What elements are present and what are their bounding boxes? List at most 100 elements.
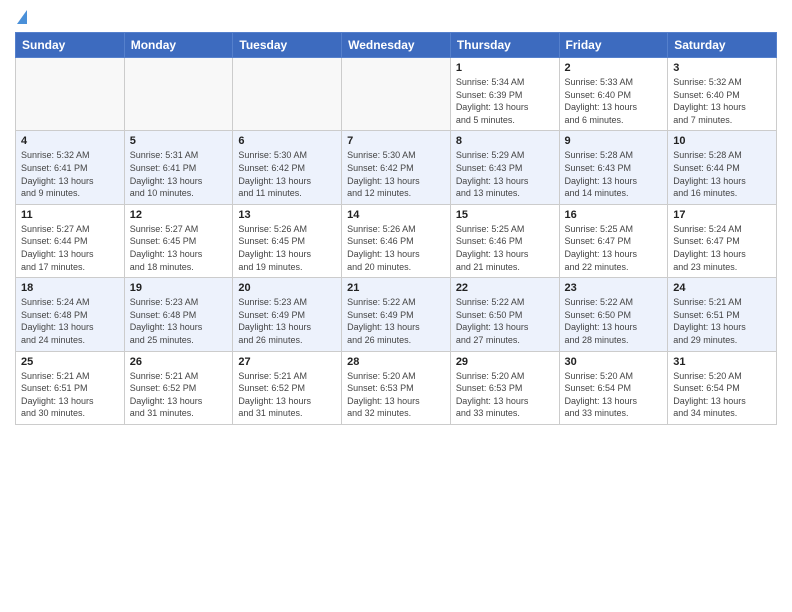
- calendar-cell: 22 Sunrise: 5:22 AM Sunset: 6:50 PM Dayli…: [450, 278, 559, 351]
- day-info: Sunrise: 5:22 AM Sunset: 6:49 PM Dayligh…: [347, 296, 445, 346]
- calendar-cell: 21 Sunrise: 5:22 AM Sunset: 6:49 PM Dayli…: [342, 278, 451, 351]
- day-info: Sunrise: 5:29 AM Sunset: 6:43 PM Dayligh…: [456, 149, 554, 199]
- calendar-cell: 4Sunrise: 5:32 AM Sunset: 6:41 PM Daylig…: [16, 131, 125, 204]
- calendar-cell: [16, 58, 125, 131]
- calendar-cell: 20 Sunrise: 5:23 AM Sunset: 6:49 PM Dayli…: [233, 278, 342, 351]
- calendar-cell: 29 Sunrise: 5:20 AM Sunset: 6:53 PM Dayli…: [450, 351, 559, 424]
- day-number: 10: [673, 135, 771, 147]
- day-number: 11: [21, 209, 119, 221]
- day-info: Sunrise: 5:21 AM Sunset: 6:52 PM Dayligh…: [238, 370, 336, 420]
- day-info: Sunrise: 5:33 AM Sunset: 6:40 PM Dayligh…: [565, 76, 663, 126]
- day-number: 14: [347, 209, 445, 221]
- calendar-cell: 25 Sunrise: 5:21 AM Sunset: 6:51 PM Dayli…: [16, 351, 125, 424]
- calendar-cell: [342, 58, 451, 131]
- calendar-cell: 18Sunrise: 5:24 AM Sunset: 6:48 PM Dayli…: [16, 278, 125, 351]
- day-number: 29: [456, 356, 554, 368]
- day-number: 25: [21, 356, 119, 368]
- calendar-cell: 14 Sunrise: 5:26 AM Sunset: 6:46 PM Dayli…: [342, 204, 451, 277]
- calendar-cell: 31 Sunrise: 5:20 AM Sunset: 6:54 PM Dayli…: [668, 351, 777, 424]
- calendar-day-header: Friday: [559, 33, 668, 58]
- day-info: Sunrise: 5:25 AM Sunset: 6:46 PM Dayligh…: [456, 223, 554, 273]
- calendar-cell: [233, 58, 342, 131]
- calendar-cell: 13 Sunrise: 5:26 AM Sunset: 6:45 PM Dayli…: [233, 204, 342, 277]
- day-info: Sunrise: 5:30 AM Sunset: 6:42 PM Dayligh…: [347, 149, 445, 199]
- calendar-cell: 28Sunrise: 5:20 AM Sunset: 6:53 PM Dayli…: [342, 351, 451, 424]
- calendar-day-header: Saturday: [668, 33, 777, 58]
- calendar-day-header: Monday: [124, 33, 233, 58]
- day-number: 27: [238, 356, 336, 368]
- day-info: Sunrise: 5:24 AM Sunset: 6:48 PM Dayligh…: [21, 296, 119, 346]
- calendar-header-row: SundayMondayTuesdayWednesdayThursdayFrid…: [16, 33, 777, 58]
- day-info: Sunrise: 5:21 AM Sunset: 6:51 PM Dayligh…: [21, 370, 119, 420]
- day-number: 5: [130, 135, 228, 147]
- calendar-cell: 11 Sunrise: 5:27 AM Sunset: 6:44 PM Dayli…: [16, 204, 125, 277]
- day-info: Sunrise: 5:30 AM Sunset: 6:42 PM Dayligh…: [238, 149, 336, 199]
- calendar-cell: 27 Sunrise: 5:21 AM Sunset: 6:52 PM Dayli…: [233, 351, 342, 424]
- header: [15, 10, 777, 24]
- calendar-table: SundayMondayTuesdayWednesdayThursdayFrid…: [15, 32, 777, 425]
- day-info: Sunrise: 5:28 AM Sunset: 6:44 PM Dayligh…: [673, 149, 771, 199]
- day-info: Sunrise: 5:34 AM Sunset: 6:39 PM Dayligh…: [456, 76, 554, 126]
- calendar-cell: 30 Sunrise: 5:20 AM Sunset: 6:54 PM Dayli…: [559, 351, 668, 424]
- calendar-cell: 1 Sunrise: 5:34 AM Sunset: 6:39 PM Daylig…: [450, 58, 559, 131]
- day-info: Sunrise: 5:24 AM Sunset: 6:47 PM Dayligh…: [673, 223, 771, 273]
- calendar-day-header: Thursday: [450, 33, 559, 58]
- day-number: 2: [565, 62, 663, 74]
- calendar-week-row: 1 Sunrise: 5:34 AM Sunset: 6:39 PM Daylig…: [16, 58, 777, 131]
- day-number: 19: [130, 282, 228, 294]
- calendar-cell: 24Sunrise: 5:21 AM Sunset: 6:51 PM Dayli…: [668, 278, 777, 351]
- day-info: Sunrise: 5:26 AM Sunset: 6:46 PM Dayligh…: [347, 223, 445, 273]
- day-info: Sunrise: 5:25 AM Sunset: 6:47 PM Dayligh…: [565, 223, 663, 273]
- day-number: 12: [130, 209, 228, 221]
- calendar-week-row: 18Sunrise: 5:24 AM Sunset: 6:48 PM Dayli…: [16, 278, 777, 351]
- day-info: Sunrise: 5:28 AM Sunset: 6:43 PM Dayligh…: [565, 149, 663, 199]
- calendar-cell: 23 Sunrise: 5:22 AM Sunset: 6:50 PM Dayli…: [559, 278, 668, 351]
- day-number: 6: [238, 135, 336, 147]
- day-info: Sunrise: 5:26 AM Sunset: 6:45 PM Dayligh…: [238, 223, 336, 273]
- day-number: 30: [565, 356, 663, 368]
- day-number: 24: [673, 282, 771, 294]
- day-info: Sunrise: 5:20 AM Sunset: 6:53 PM Dayligh…: [347, 370, 445, 420]
- calendar-day-header: Wednesday: [342, 33, 451, 58]
- calendar-cell: 16Sunrise: 5:25 AM Sunset: 6:47 PM Dayli…: [559, 204, 668, 277]
- day-info: Sunrise: 5:20 AM Sunset: 6:54 PM Dayligh…: [565, 370, 663, 420]
- calendar-cell: 7 Sunrise: 5:30 AM Sunset: 6:42 PM Daylig…: [342, 131, 451, 204]
- day-info: Sunrise: 5:23 AM Sunset: 6:49 PM Dayligh…: [238, 296, 336, 346]
- logo: [15, 10, 27, 24]
- calendar-cell: 8 Sunrise: 5:29 AM Sunset: 6:43 PM Daylig…: [450, 131, 559, 204]
- calendar-week-row: 4Sunrise: 5:32 AM Sunset: 6:41 PM Daylig…: [16, 131, 777, 204]
- day-number: 1: [456, 62, 554, 74]
- day-info: Sunrise: 5:32 AM Sunset: 6:40 PM Dayligh…: [673, 76, 771, 126]
- day-number: 7: [347, 135, 445, 147]
- calendar-cell: [124, 58, 233, 131]
- day-info: Sunrise: 5:22 AM Sunset: 6:50 PM Dayligh…: [456, 296, 554, 346]
- day-number: 31: [673, 356, 771, 368]
- day-number: 8: [456, 135, 554, 147]
- calendar-cell: 5Sunrise: 5:31 AM Sunset: 6:41 PM Daylig…: [124, 131, 233, 204]
- day-number: 17: [673, 209, 771, 221]
- day-info: Sunrise: 5:23 AM Sunset: 6:48 PM Dayligh…: [130, 296, 228, 346]
- day-number: 13: [238, 209, 336, 221]
- day-info: Sunrise: 5:27 AM Sunset: 6:44 PM Dayligh…: [21, 223, 119, 273]
- day-info: Sunrise: 5:20 AM Sunset: 6:54 PM Dayligh…: [673, 370, 771, 420]
- calendar-cell: 9 Sunrise: 5:28 AM Sunset: 6:43 PM Daylig…: [559, 131, 668, 204]
- calendar-cell: 19 Sunrise: 5:23 AM Sunset: 6:48 PM Dayli…: [124, 278, 233, 351]
- calendar-cell: 3 Sunrise: 5:32 AM Sunset: 6:40 PM Daylig…: [668, 58, 777, 131]
- calendar-cell: 17 Sunrise: 5:24 AM Sunset: 6:47 PM Dayli…: [668, 204, 777, 277]
- day-number: 22: [456, 282, 554, 294]
- day-number: 20: [238, 282, 336, 294]
- calendar-day-header: Tuesday: [233, 33, 342, 58]
- day-number: 21: [347, 282, 445, 294]
- day-number: 26: [130, 356, 228, 368]
- day-number: 9: [565, 135, 663, 147]
- day-number: 3: [673, 62, 771, 74]
- day-info: Sunrise: 5:20 AM Sunset: 6:53 PM Dayligh…: [456, 370, 554, 420]
- day-number: 23: [565, 282, 663, 294]
- day-info: Sunrise: 5:22 AM Sunset: 6:50 PM Dayligh…: [565, 296, 663, 346]
- day-info: Sunrise: 5:27 AM Sunset: 6:45 PM Dayligh…: [130, 223, 228, 273]
- calendar-cell: 2 Sunrise: 5:33 AM Sunset: 6:40 PM Daylig…: [559, 58, 668, 131]
- calendar-cell: 10 Sunrise: 5:28 AM Sunset: 6:44 PM Dayli…: [668, 131, 777, 204]
- day-info: Sunrise: 5:32 AM Sunset: 6:41 PM Dayligh…: [21, 149, 119, 199]
- calendar-week-row: 11 Sunrise: 5:27 AM Sunset: 6:44 PM Dayli…: [16, 204, 777, 277]
- calendar-cell: 12 Sunrise: 5:27 AM Sunset: 6:45 PM Dayli…: [124, 204, 233, 277]
